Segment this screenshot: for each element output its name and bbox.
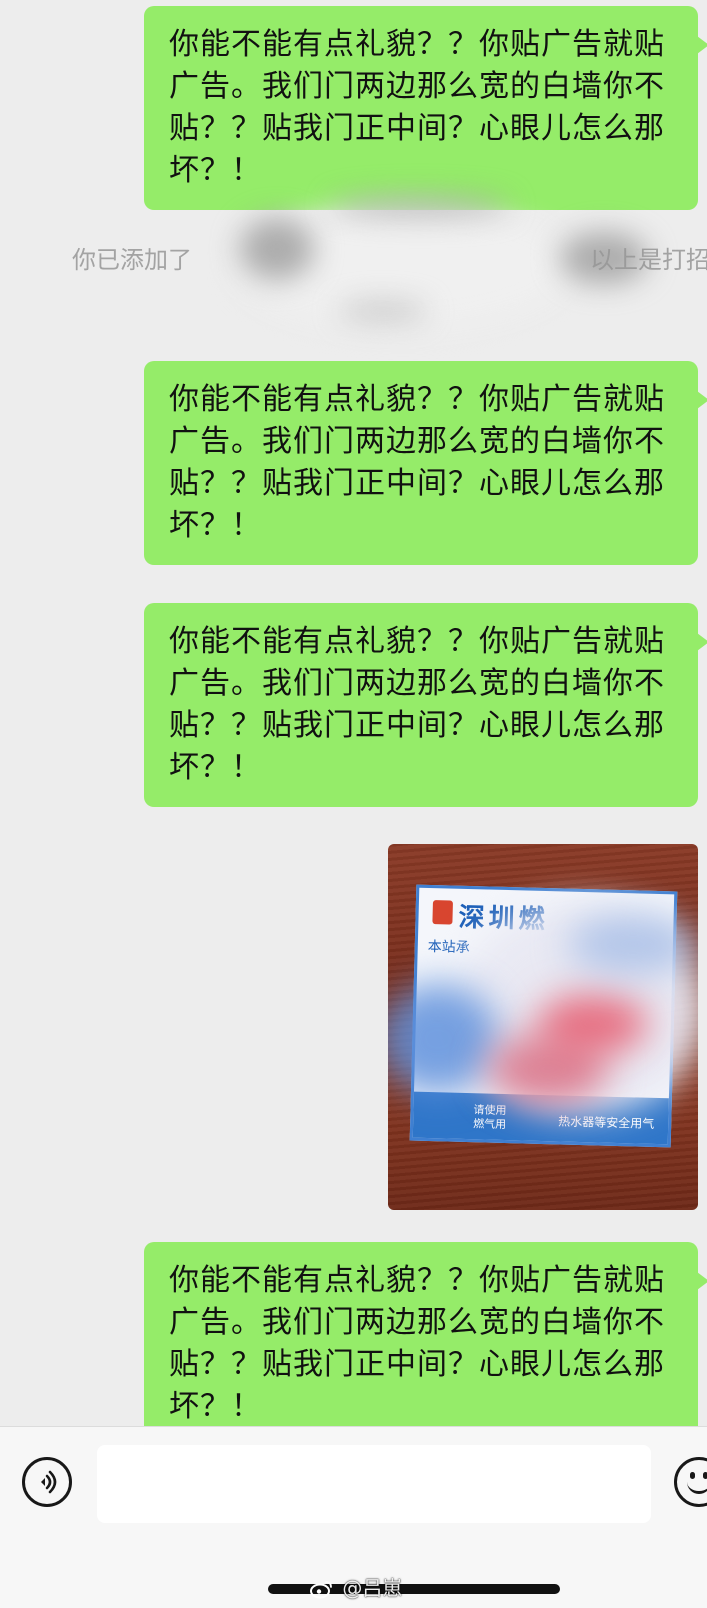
chat-screen: 你能不能有点礼貌？？你贴广告就贴广告。我们门两边那么宽的白墙你不贴？？贴我门正中… bbox=[0, 0, 707, 1608]
ad-footer-left: 请使用 燃气用 bbox=[472, 1103, 507, 1132]
blur-mask bbox=[330, 196, 510, 216]
photo-message[interactable]: 深圳燃 本站承 请使用 燃气用 热水器等安全用气 bbox=[388, 844, 698, 1210]
emoji-eye bbox=[703, 1472, 707, 1479]
message-bubble-4[interactable]: 你能不能有点礼貌？？你贴广告就贴广告。我们门两边那么宽的白墙你不贴？？贴我门正中… bbox=[144, 1242, 707, 1446]
emoji-icon[interactable] bbox=[674, 1457, 707, 1507]
bubble-tail bbox=[697, 633, 707, 651]
bubble-tail bbox=[697, 36, 707, 54]
emoji-eye bbox=[690, 1472, 695, 1479]
message-bubble-2[interactable]: 你能不能有点礼貌？？你贴广告就贴广告。我们门两边那么宽的白墙你不贴？？贴我门正中… bbox=[144, 361, 707, 565]
blur-mask bbox=[240, 218, 314, 280]
message-text: 你能不能有点礼貌？？你贴广告就贴广告。我们门两边那么宽的白墙你不贴？？贴我门正中… bbox=[169, 382, 665, 543]
message-bubble-3[interactable]: 你能不能有点礼貌？？你贴广告就贴广告。我们门两边那么宽的白墙你不贴？？贴我门正中… bbox=[144, 603, 707, 807]
watermark: @吕崽 bbox=[310, 1574, 402, 1602]
photo-blur-mask bbox=[538, 994, 648, 1054]
ad-footer-right: 热水器等安全用气 bbox=[558, 1114, 655, 1131]
message-input[interactable] bbox=[97, 1445, 651, 1523]
ad-logo bbox=[432, 900, 453, 925]
system-notice-left: 你已添加了 bbox=[72, 246, 192, 274]
voice-icon[interactable] bbox=[22, 1457, 72, 1507]
message-text: 你能不能有点礼貌？？你贴广告就贴广告。我们门两边那么宽的白墙你不贴？？贴我门正中… bbox=[169, 624, 665, 785]
message-text: 你能不能有点礼貌？？你贴广告就贴广告。我们门两边那么宽的白墙你不贴？？贴我门正中… bbox=[169, 1263, 665, 1424]
weibo-icon bbox=[310, 1581, 332, 1599]
blur-mask bbox=[338, 302, 428, 320]
watermark-text: @吕崽 bbox=[342, 1576, 403, 1600]
photo-blur-mask bbox=[568, 914, 698, 974]
ad-subtitle: 本站承 bbox=[427, 938, 470, 957]
blur-mask bbox=[560, 232, 648, 284]
message-bubble-1[interactable]: 你能不能有点礼貌？？你贴广告就贴广告。我们门两边那么宽的白墙你不贴？？贴我门正中… bbox=[144, 6, 707, 210]
bubble-tail bbox=[697, 1272, 707, 1290]
voice-wave-icon bbox=[41, 1470, 57, 1494]
message-text: 你能不能有点礼貌？？你贴广告就贴广告。我们门两边那么宽的白墙你不贴？？贴我门正中… bbox=[169, 27, 665, 188]
emoji-mouth bbox=[687, 1479, 707, 1494]
bubble-tail bbox=[697, 391, 707, 409]
